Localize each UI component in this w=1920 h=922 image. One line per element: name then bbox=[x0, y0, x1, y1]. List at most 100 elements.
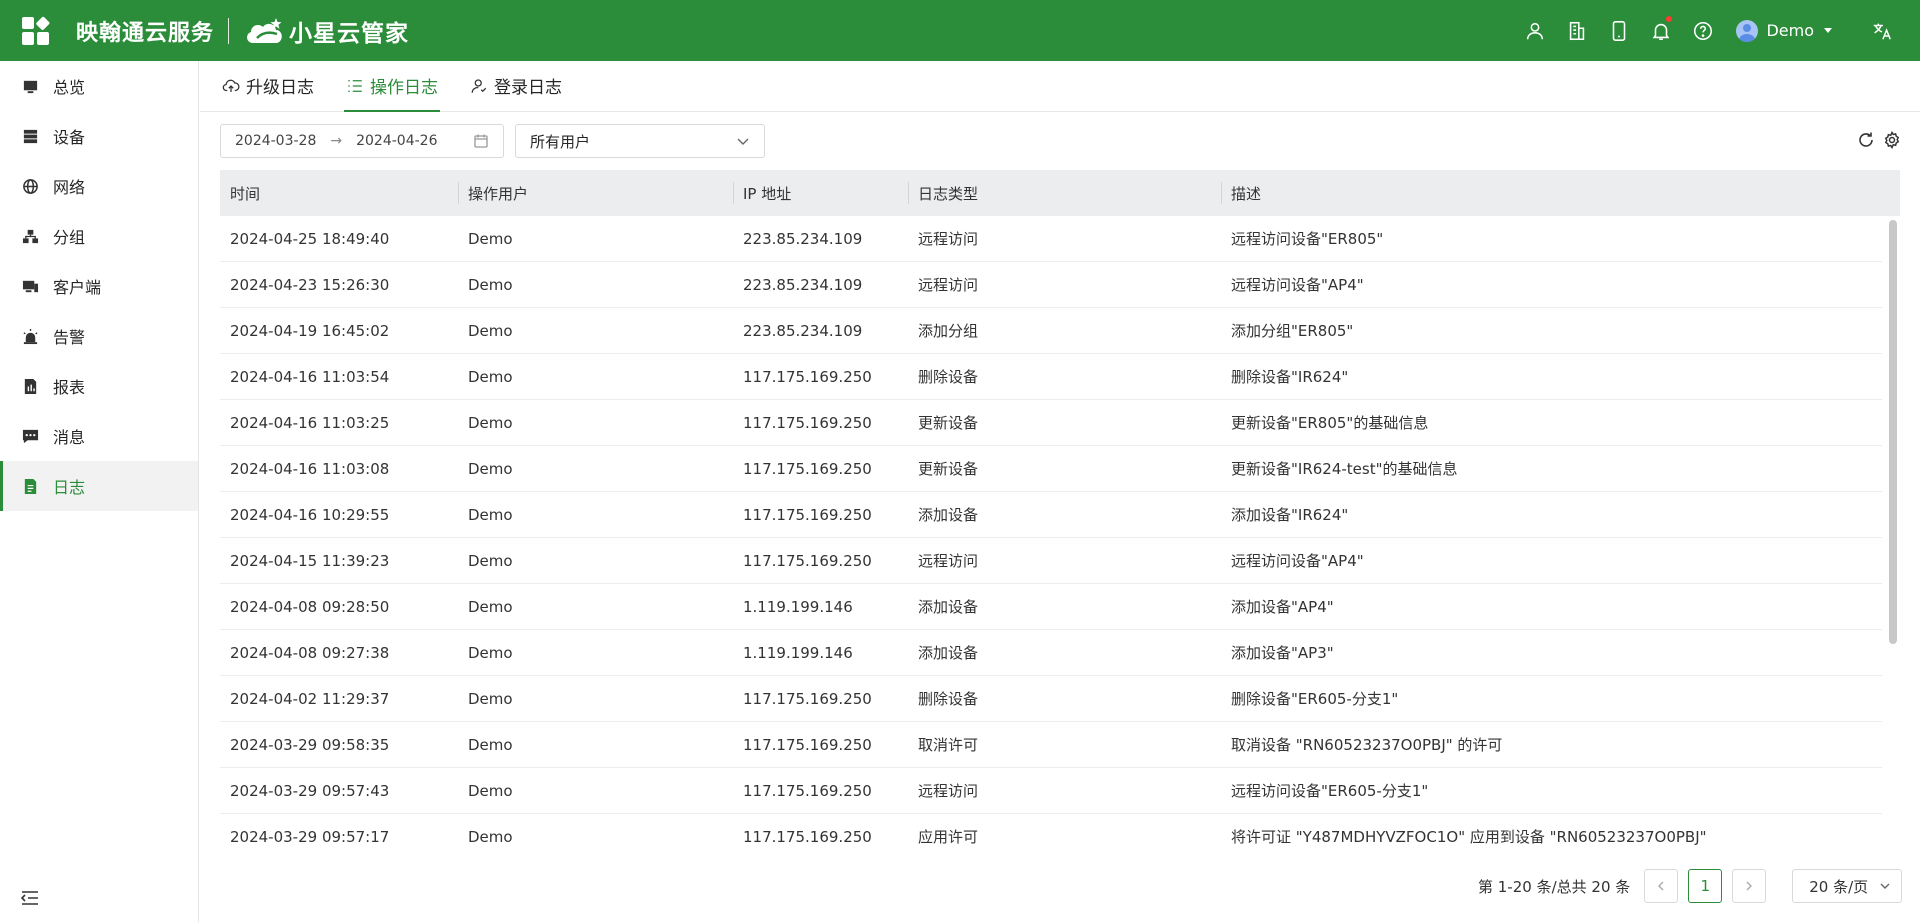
sidebar-item-groups[interactable]: 分组 bbox=[0, 211, 198, 261]
scrollbar-thumb[interactable] bbox=[1889, 220, 1897, 644]
overview-icon bbox=[23, 80, 38, 93]
cell-ip: 117.175.169.250 bbox=[743, 367, 872, 386]
column-header-ip: IP 地址 bbox=[733, 170, 908, 216]
cell-ip: 117.175.169.250 bbox=[743, 827, 872, 846]
sidebar-item-reports[interactable]: 报表 bbox=[0, 361, 198, 411]
cell-type: 应用许可 bbox=[918, 828, 979, 846]
tab-label: 操作日志 bbox=[370, 78, 438, 98]
sidebar-item-label: 日志 bbox=[53, 478, 86, 497]
refresh-icon[interactable] bbox=[1857, 131, 1875, 149]
user-filter-select[interactable]: 所有用户 bbox=[515, 124, 765, 158]
arrow-right-icon: → bbox=[330, 133, 343, 149]
cell-type: 远程访问 bbox=[918, 552, 979, 570]
sidebar-item-clients[interactable]: 客户端 bbox=[0, 261, 198, 311]
user-filter-value: 所有用户 bbox=[530, 132, 591, 151]
cell-user: Demo bbox=[468, 597, 513, 616]
cell-description: 远程访问设备"AP4" bbox=[1231, 552, 1364, 570]
grid-cell bbox=[37, 32, 49, 45]
table-row: 2024-04-16 11:03:25 Demo 117.175.169.250… bbox=[220, 400, 1882, 446]
table-header: 时间 操作用户 IP 地址 日志类型 描述 bbox=[220, 170, 1900, 216]
cell-user: Demo bbox=[468, 781, 513, 800]
pagination: 第 1-20 条/总共 20 条 1 20 条/页 bbox=[1478, 869, 1903, 903]
mobile-app-icon[interactable] bbox=[1598, 0, 1640, 61]
cell-time: 2024-04-19 16:45:02 bbox=[230, 321, 390, 340]
prev-page-button[interactable] bbox=[1644, 869, 1679, 903]
table-row: 2024-04-08 09:27:38 Demo 1.119.199.146 添… bbox=[220, 630, 1882, 676]
organization-icon[interactable] bbox=[1556, 0, 1598, 61]
collapse-sidebar-icon[interactable] bbox=[20, 888, 40, 908]
cell-type: 添加设备 bbox=[918, 598, 979, 616]
page-size-select[interactable]: 20 条/页 bbox=[1792, 869, 1903, 903]
cell-type: 删除设备 bbox=[918, 368, 979, 386]
calendar-icon bbox=[474, 134, 488, 148]
cell-description: 删除设备"IR624" bbox=[1231, 368, 1349, 386]
cell-ip: 1.119.199.146 bbox=[743, 597, 853, 616]
cell-time: 2024-03-29 09:57:43 bbox=[230, 781, 390, 800]
chevron-down-icon bbox=[1880, 883, 1890, 889]
cell-user: Demo bbox=[468, 827, 513, 846]
column-header-type: 日志类型 bbox=[908, 170, 1221, 216]
cell-type: 远程访问 bbox=[918, 782, 979, 800]
tab-operation-log[interactable]: 操作日志 bbox=[344, 60, 440, 112]
avatar bbox=[1736, 19, 1759, 42]
translate-icon[interactable] bbox=[1862, 0, 1902, 61]
table-row: 2024-04-23 15:26:30 Demo 223.85.234.109 … bbox=[220, 262, 1882, 308]
sidebar-item-label: 报表 bbox=[53, 378, 86, 397]
cell-user: Demo bbox=[468, 551, 513, 570]
sidebar-item-network[interactable]: 网络 bbox=[0, 161, 198, 211]
cell-user: Demo bbox=[468, 321, 513, 340]
table-row: 2024-04-02 11:29:37 Demo 117.175.169.250… bbox=[220, 676, 1882, 722]
cell-ip: 223.85.234.109 bbox=[743, 275, 863, 294]
tab-upgrade-log[interactable]: 升级日志 bbox=[220, 60, 316, 111]
chevron-down-icon bbox=[737, 138, 749, 145]
operation-log-table: 时间 操作用户 IP 地址 日志类型 描述 2024-04-25 18:49:4… bbox=[220, 170, 1900, 850]
sidebar-item-devices[interactable]: 设备 bbox=[0, 111, 198, 161]
cell-description: 远程访问设备"ER805" bbox=[1231, 230, 1384, 248]
chevron-down-icon bbox=[1824, 28, 1832, 33]
cell-ip: 1.119.199.146 bbox=[743, 643, 853, 662]
cell-time: 2024-04-02 11:29:37 bbox=[230, 689, 390, 708]
cell-time: 2024-04-23 15:26:30 bbox=[230, 275, 390, 294]
cell-type: 更新设备 bbox=[918, 414, 979, 432]
cell-description: 添加设备"AP3" bbox=[1231, 644, 1334, 662]
next-page-button[interactable] bbox=[1732, 869, 1767, 903]
cell-time: 2024-04-08 09:27:38 bbox=[230, 643, 390, 662]
cell-ip: 117.175.169.250 bbox=[743, 459, 872, 478]
table-row: 2024-04-16 10:29:55 Demo 117.175.169.250… bbox=[220, 492, 1882, 538]
date-range-picker[interactable]: 2024-03-28 → 2024-04-26 bbox=[220, 124, 504, 158]
table-row: 2024-04-25 18:49:40 Demo 223.85.234.109 … bbox=[220, 216, 1882, 262]
cell-time: 2024-04-15 11:39:23 bbox=[230, 551, 390, 570]
user-menu[interactable]: Demo bbox=[1736, 19, 1832, 42]
cell-type: 更新设备 bbox=[918, 460, 979, 478]
sidebar-item-overview[interactable]: 总览 bbox=[0, 61, 198, 111]
cell-description: 取消设备 "RN60523237O0PBJ" 的许可 bbox=[1231, 736, 1503, 754]
log-tabs: 升级日志 操作日志 登录日志 bbox=[200, 61, 1920, 112]
sidebar-item-logs[interactable]: 日志 bbox=[0, 461, 198, 511]
sidebar-item-alarms[interactable]: 告警 bbox=[0, 311, 198, 361]
cell-user: Demo bbox=[468, 459, 513, 478]
cell-type: 远程访问 bbox=[918, 276, 979, 294]
help-icon[interactable] bbox=[1682, 0, 1724, 61]
sidebar-item-messages[interactable]: 消息 bbox=[0, 411, 198, 461]
pagination-total: 第 1-20 条/总共 20 条 bbox=[1478, 877, 1631, 896]
notification-bell-icon[interactable] bbox=[1640, 0, 1682, 61]
tab-login-log[interactable]: 登录日志 bbox=[468, 60, 564, 111]
page-button[interactable]: 1 bbox=[1688, 869, 1723, 903]
user-management-icon[interactable] bbox=[1514, 0, 1556, 61]
cell-user: Demo bbox=[468, 275, 513, 294]
list-icon bbox=[348, 79, 362, 92]
cell-description: 添加设备"IR624" bbox=[1231, 506, 1349, 524]
table-scrollbar[interactable] bbox=[1886, 216, 1900, 804]
table-row: 2024-04-15 11:39:23 Demo 117.175.169.250… bbox=[220, 538, 1882, 584]
cell-ip: 117.175.169.250 bbox=[743, 689, 872, 708]
cell-user: Demo bbox=[468, 735, 513, 754]
cell-description: 添加设备"AP4" bbox=[1231, 598, 1334, 616]
cell-time: 2024-04-16 10:29:55 bbox=[230, 505, 390, 524]
cell-user: Demo bbox=[468, 643, 513, 662]
gear-icon[interactable] bbox=[1883, 131, 1901, 149]
globe-icon bbox=[23, 178, 38, 194]
table-row: 2024-04-16 11:03:08 Demo 117.175.169.250… bbox=[220, 446, 1882, 492]
app-grid-icon[interactable] bbox=[22, 15, 51, 45]
cell-time: 2024-03-29 09:57:17 bbox=[230, 827, 390, 846]
column-header-user: 操作用户 bbox=[458, 170, 733, 216]
